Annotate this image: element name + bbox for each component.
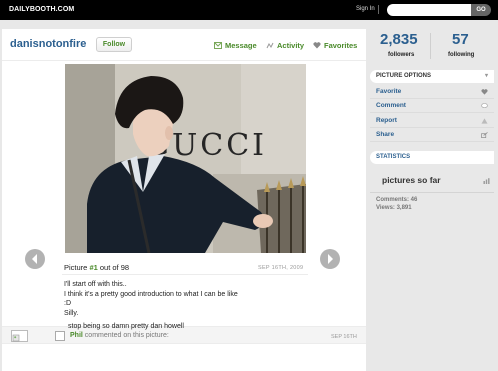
caption-line: I'll start off with this.. [64,281,127,288]
picture-caption: I'll start off with this.. I think it's … [64,280,304,318]
warning-icon [481,118,488,124]
arrow-left-icon [32,254,37,264]
tab-activity[interactable]: Activity [266,41,304,50]
next-picture-button[interactable] [320,249,340,269]
tab-message-label: Message [225,41,257,50]
picture-label: Picture [64,263,88,272]
main-photo[interactable]: GUCCI [65,64,306,253]
picture-options-header[interactable]: PICTURE OPTIONS ▾ [370,70,494,83]
views-stat: Views: 3,891 [376,205,412,211]
top-bar: DAILYBOOTH.COM Sign In GO [0,0,498,20]
bar-chart-icon[interactable] [483,178,490,184]
photo-image: GUCCI [65,64,306,253]
comment-header-bar: Phil commented on this picture: SEP 16TH [2,326,366,344]
comment-action: commented on this picture: [84,332,169,339]
heart-icon [313,42,321,49]
option-share[interactable]: Share [370,128,494,142]
previous-picture-button[interactable] [25,249,45,269]
go-button[interactable]: GO [471,4,491,16]
option-favorite-label: Favorite [376,88,402,95]
following-count[interactable]: 57 [452,31,469,48]
picture-out-of: out of 98 [99,263,130,272]
caption-line: I think it's a pretty good introduction … [64,290,238,298]
envelope-icon [214,42,222,49]
comment-date: SEP 16TH [331,334,357,340]
comments-stat: Comments: 46 [376,197,418,203]
caption-line: :D [64,300,71,307]
commenter-avatar[interactable] [11,330,28,342]
option-favorite[interactable]: Favorite [370,85,494,99]
share-icon [481,132,488,138]
activity-icon [266,42,274,49]
option-share-label: Share [376,131,395,138]
option-report-label: Report [376,117,397,124]
logo[interactable]: DAILYBOOTH.COM [9,6,74,13]
username[interactable]: danisnotonfire [10,38,86,50]
comment-icon [481,103,488,109]
option-comment[interactable]: Comment [370,99,494,113]
heart-icon [481,89,488,95]
stats-divider [430,33,431,59]
profile-header: danisnotonfire Follow Message Activity F… [2,29,366,61]
arrow-right-icon [328,254,333,264]
picture-panel: danisnotonfire Follow Message Activity F… [2,29,366,371]
follow-button[interactable]: Follow [96,37,132,52]
comment-header: Phil commented on this picture: [70,332,169,339]
caption-line: Silly. [64,309,79,317]
top-bar-divider [378,5,379,14]
chevron-down-icon: ▾ [484,73,488,79]
option-comment-label: Comment [376,102,406,109]
divider [370,192,494,193]
comment-text: stop being so damn pretty dan howell [68,323,184,330]
followers-count[interactable]: 2,835 [380,31,418,48]
comment-author[interactable]: Phil [70,332,83,339]
followers-label: followers [388,52,415,58]
tab-favorites[interactable]: Favorites [313,41,357,50]
comment-checkbox[interactable] [55,331,65,341]
divider [62,274,308,275]
picture-options-title: PICTURE OPTIONS [376,73,432,79]
tab-favorites-label: Favorites [324,41,358,50]
follow-stats: 2,835 followers 57 following [368,29,494,64]
sidebar: 2,835 followers 57 following PICTURE OPT… [368,29,494,371]
picture-number[interactable]: #1 [89,263,97,272]
statistics-header: STATISTICS [370,151,494,164]
tab-message[interactable]: Message [214,41,257,50]
pictures-count-text: pictures so far [382,175,441,185]
option-report[interactable]: Report [370,114,494,128]
following-label: following [448,52,475,58]
search-input[interactable] [387,4,471,16]
picture-date: SEP 16TH, 2009 [258,265,304,271]
tab-activity-label: Activity [277,41,305,50]
picture-position: Picture #1 out of 98 [64,263,129,272]
broken-image-icon [12,334,20,342]
sign-in-link[interactable]: Sign In [356,6,375,12]
